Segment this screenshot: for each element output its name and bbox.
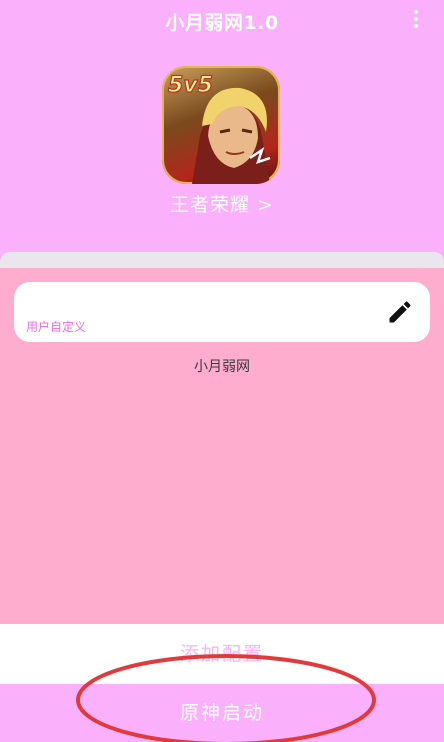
config-panel: 用户自定义 小月弱网 bbox=[0, 252, 444, 624]
more-vert-icon[interactable] bbox=[410, 8, 422, 30]
pencil-icon[interactable] bbox=[386, 298, 414, 326]
launch-button[interactable]: 原神启动 bbox=[0, 684, 444, 742]
add-config-button[interactable]: 添加配置 bbox=[0, 624, 444, 684]
5v5-badge: 5v5 bbox=[167, 72, 213, 98]
caption-text: 小月弱网 bbox=[194, 359, 250, 375]
game-app-icon[interactable]: 5v5 bbox=[162, 66, 280, 184]
game-selector-link[interactable]: 王者荣耀 > bbox=[0, 190, 444, 217]
custom-user-input[interactable]: 用户自定义 bbox=[14, 282, 430, 342]
custom-user-label: 用户自定义 bbox=[26, 320, 87, 334]
svg-text:5v5: 5v5 bbox=[168, 73, 213, 98]
panel-divider bbox=[0, 252, 444, 268]
app-title: 小月弱网1.0 bbox=[165, 12, 279, 34]
